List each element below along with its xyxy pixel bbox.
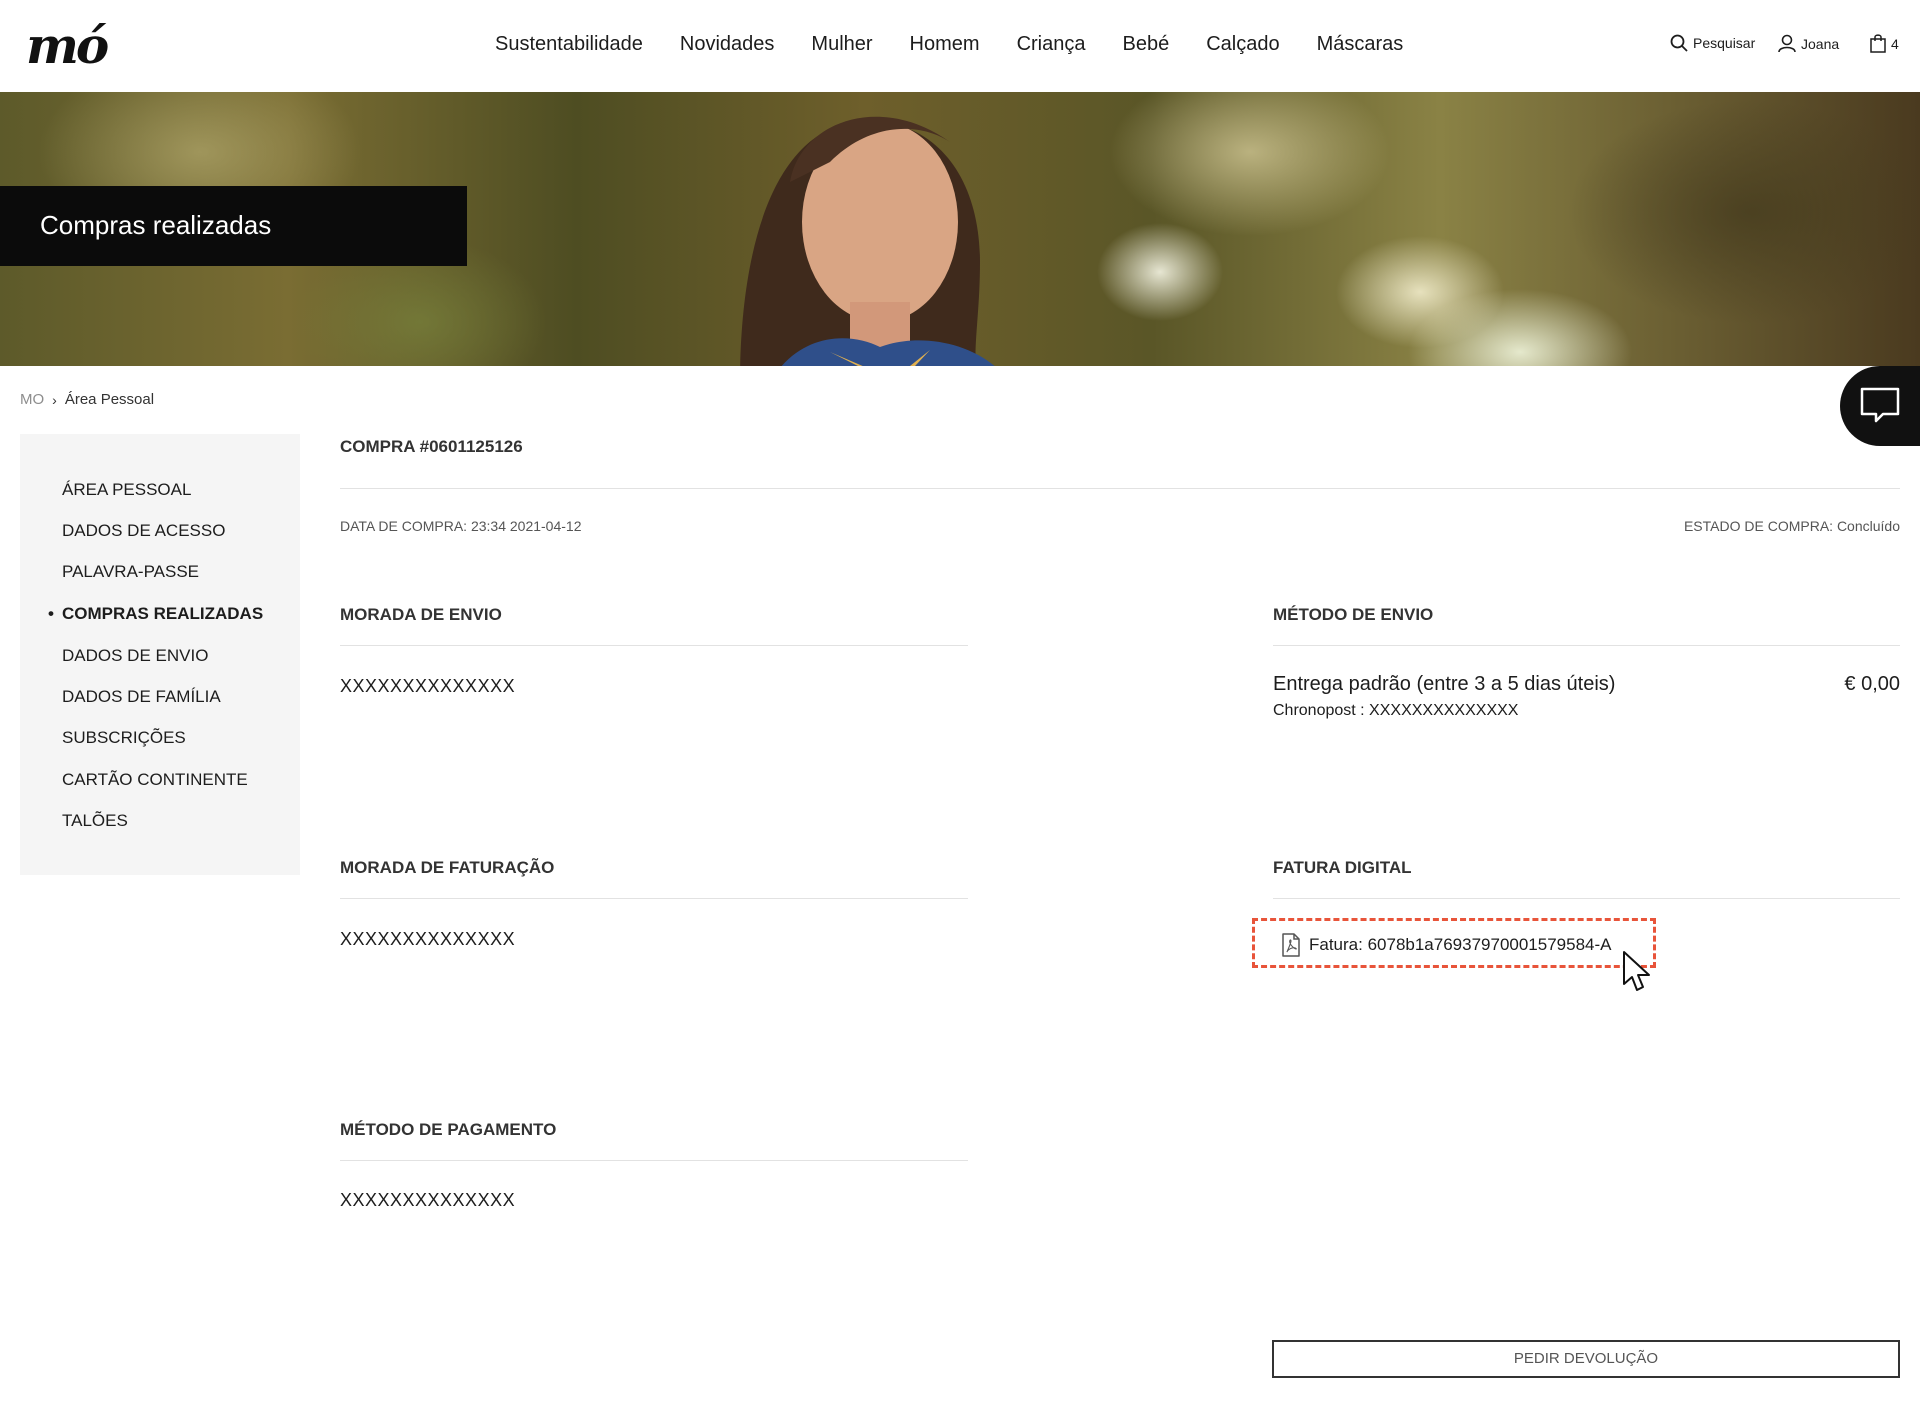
chat-icon: [1860, 387, 1900, 423]
user-name: Joana: [1801, 35, 1840, 52]
breadcrumb: MO › Área Pessoal: [20, 391, 154, 408]
order-date: DATA DE COMPRA: 23:34 2021-04-12: [340, 518, 582, 534]
hero-model-image: [740, 116, 995, 366]
cart-button[interactable]: 4: [1870, 34, 1899, 53]
shipping-method-title: MÉTODO DE ENVIO: [1273, 605, 1434, 624]
divider: [340, 488, 1900, 489]
sidebar-item-subscricoes[interactable]: SUBSCRIÇÕES: [62, 728, 186, 748]
invoice-highlight: Fatura: 6078b1a76937970001579584-A: [1252, 918, 1656, 968]
nav-item-novidades[interactable]: Novidades: [680, 30, 775, 58]
brand-logo[interactable]: mó: [26, 18, 109, 74]
sidebar-item-area-pessoal[interactable]: ÁREA PESSOAL: [62, 480, 191, 500]
chevron-right-icon: ›: [52, 391, 57, 408]
invoice-link-text: Fatura: 6078b1a76937970001579584-A: [1309, 935, 1612, 954]
digital-invoice-title: FATURA DIGITAL: [1273, 858, 1412, 877]
nav-item-homem[interactable]: Homem: [910, 30, 980, 58]
user-icon: [1778, 34, 1796, 53]
hero-title-box: Compras realizadas: [0, 186, 467, 266]
request-return-button[interactable]: PEDIR DEVOLUÇÃO: [1272, 1340, 1900, 1378]
breadcrumb-current[interactable]: Área Pessoal: [65, 391, 154, 408]
sidebar-item-palavra-passe[interactable]: PALAVRA-PASSE: [62, 562, 199, 582]
nav-item-mascaras[interactable]: Máscaras: [1317, 30, 1404, 58]
sidebar-item-compras-realizadas[interactable]: COMPRAS REALIZADAS: [48, 604, 263, 624]
sidebar-item-taloes[interactable]: TALÕES: [62, 811, 128, 831]
divider: [340, 898, 968, 899]
cart-count: 4: [1891, 35, 1899, 52]
search-label: Pesquisar: [1693, 35, 1756, 51]
shipping-carrier: Chronopost : XXXXXXXXXXXXXX: [1273, 702, 1519, 719]
bag-icon: [1870, 34, 1886, 53]
payment-method-title: MÉTODO DE PAGAMENTO: [340, 1120, 557, 1139]
divider: [1273, 898, 1900, 899]
shipping-method-name: Entrega padrão (entre 3 a 5 dias úteis): [1273, 673, 1616, 695]
nav-item-crianca[interactable]: Criança: [1017, 30, 1086, 58]
breadcrumb-home-link[interactable]: MO: [20, 391, 44, 408]
sidebar-item-dados-envio[interactable]: DADOS DE ENVIO: [62, 646, 208, 666]
order-number: COMPRA #0601125126: [340, 437, 523, 456]
invoice-download-link[interactable]: Fatura: 6078b1a76937970001579584-A: [1281, 933, 1612, 957]
shipping-address-title: MORADA DE ENVIO: [340, 605, 502, 624]
nav-item-mulher[interactable]: Mulher: [811, 30, 872, 58]
billing-address-value: XXXXXXXXXXXXXX: [340, 929, 516, 949]
account-sidebar: ÁREA PESSOAL DADOS DE ACESSO PALAVRA-PAS…: [20, 434, 300, 875]
search-button[interactable]: Pesquisar: [1670, 34, 1755, 52]
nav-item-calcado[interactable]: Calçado: [1206, 30, 1279, 58]
site-header: mó Sustentabilidade Novidades Mulher Hom…: [0, 0, 1920, 92]
divider: [1273, 645, 1900, 646]
sidebar-item-dados-familia[interactable]: DADOS DE FAMÍLIA: [62, 687, 221, 707]
main-nav: Sustentabilidade Novidades Mulher Homem …: [495, 30, 1440, 58]
page-title: Compras realizadas: [40, 210, 272, 240]
shipping-price: € 0,00: [1844, 673, 1900, 695]
cursor-icon: [1623, 951, 1650, 991]
divider: [340, 645, 968, 646]
account-button[interactable]: Joana: [1778, 34, 1839, 53]
shipping-address-value: XXXXXXXXXXXXXX: [340, 676, 516, 696]
pdf-icon: [1282, 933, 1300, 957]
search-icon: [1670, 34, 1688, 52]
sidebar-item-cartao-continente[interactable]: CARTÃO CONTINENTE: [62, 770, 248, 790]
chat-button[interactable]: [1840, 366, 1920, 446]
billing-address-title: MORADA DE FATURAÇÃO: [340, 858, 555, 877]
divider: [340, 1160, 968, 1161]
order-status: ESTADO DE COMPRA: Concluído: [1683, 518, 1900, 534]
nav-item-bebe[interactable]: Bebé: [1122, 30, 1169, 58]
sidebar-item-dados-acesso[interactable]: DADOS DE ACESSO: [62, 521, 225, 541]
hero-banner: Compras realizadas: [0, 92, 1920, 366]
payment-method-value: XXXXXXXXXXXXXX: [340, 1190, 516, 1210]
nav-item-sustentabilidade[interactable]: Sustentabilidade: [495, 30, 643, 58]
